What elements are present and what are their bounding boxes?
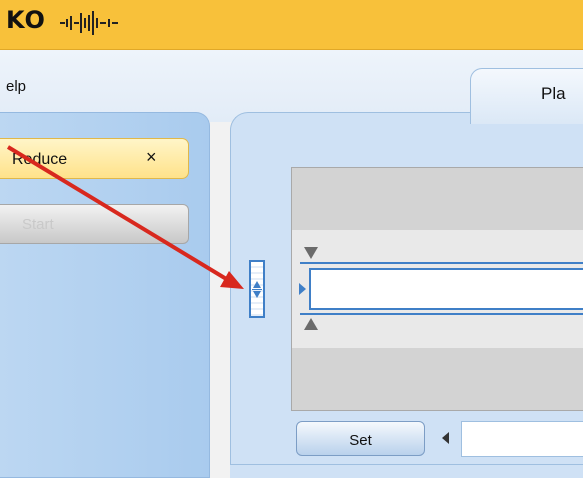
annotation-arrow-icon [6, 145, 244, 289]
